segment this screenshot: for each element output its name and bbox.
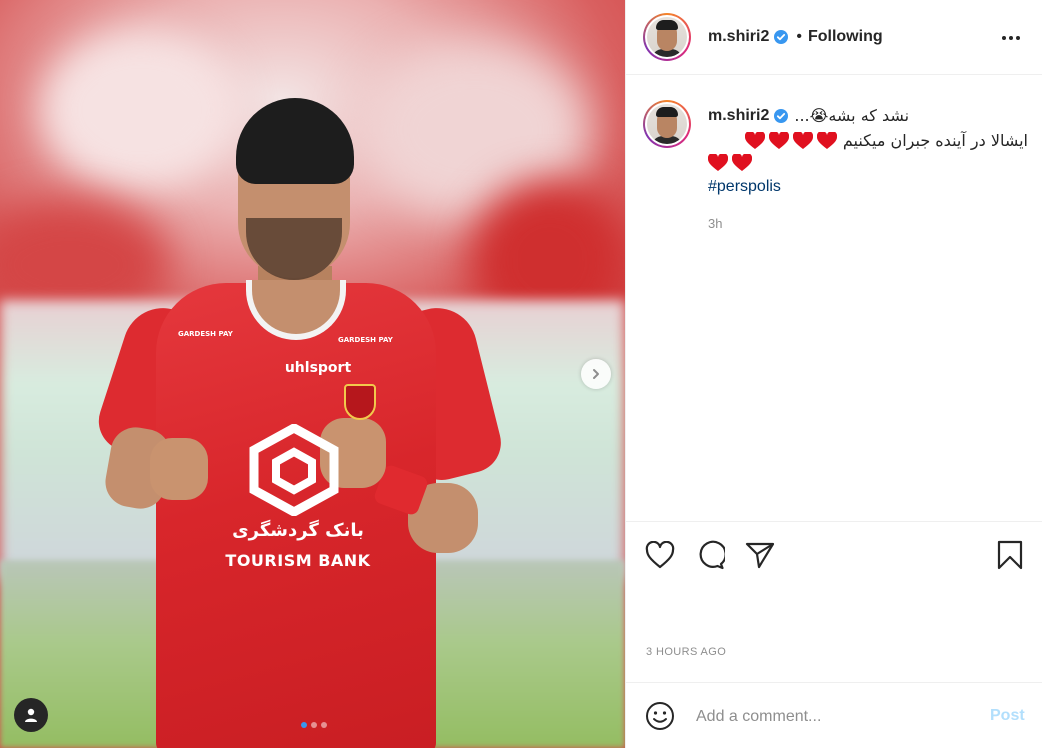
heart-emojis	[708, 154, 1028, 172]
caption-text-line2: ایشالا در آینده جبران میکنیم	[842, 131, 1028, 150]
comment-button[interactable]	[695, 540, 725, 570]
carousel-indicator	[294, 722, 334, 730]
bank-logo-icon	[249, 424, 339, 516]
carousel-next-button[interactable]	[581, 359, 611, 389]
like-button[interactable]	[645, 540, 675, 570]
user-tag-icon	[25, 708, 37, 722]
sponsor-left: GARDESH PAY	[178, 330, 233, 338]
post-timestamp[interactable]: 3 HOURS AGO	[646, 646, 726, 658]
caption-text-line1: نشد که بشه😭...	[794, 106, 910, 125]
avatar[interactable]	[643, 13, 691, 61]
comment-bar: Post	[626, 682, 1042, 748]
post-side-panel: m.shiri2 • Following m.shiri2 نشد که بشه…	[625, 0, 1042, 748]
following-button[interactable]: Following	[808, 28, 883, 46]
more-options-button[interactable]	[999, 28, 1023, 48]
carousel-dot	[301, 722, 307, 728]
jersey-brand: uhlsport	[284, 360, 352, 376]
heart-emoji-icon	[708, 154, 728, 171]
avatar[interactable]	[643, 100, 691, 148]
paper-plane-icon	[745, 542, 775, 569]
heart-emoji-icon	[792, 131, 813, 149]
heart-emoji-icon	[768, 131, 789, 149]
more-horizontal-icon	[1002, 36, 1020, 40]
chevron-right-icon	[593, 369, 599, 379]
verified-badge-icon	[774, 108, 789, 123]
emoji-button[interactable]	[645, 701, 675, 731]
jersey-sponsor-en: TOURISM BANK	[225, 551, 371, 570]
tagged-users-button[interactable]	[14, 698, 48, 732]
club-crest	[344, 384, 376, 420]
heart-emoji-icon	[732, 154, 752, 171]
heart-emoji-icon	[816, 131, 837, 149]
comment-input[interactable]	[696, 703, 966, 731]
post-photo[interactable]: GARDESH PAY GARDESH PAY uhlsport بانک گر…	[0, 0, 625, 748]
heart-emoji-icon	[744, 131, 765, 149]
post-header: m.shiri2 • Following	[626, 0, 1042, 75]
heart-emojis	[744, 131, 837, 150]
caption-username[interactable]: m.shiri2	[708, 107, 769, 125]
jersey-sponsor-fa: بانک گردشگری	[232, 520, 364, 541]
separator: •	[796, 28, 802, 45]
save-button[interactable]	[995, 540, 1025, 570]
username-link[interactable]: m.shiri2	[708, 28, 769, 46]
sponsor-right: GARDESH PAY	[338, 336, 393, 344]
post-comment-button[interactable]: Post	[990, 707, 1025, 725]
carousel-dot	[311, 722, 317, 728]
smiley-icon	[646, 702, 674, 730]
caption-time[interactable]: 3h	[708, 216, 1028, 231]
heart-outline-icon	[645, 541, 675, 569]
player-figure: GARDESH PAY GARDESH PAY uhlsport بانک گر…	[91, 98, 508, 748]
verified-badge-icon	[774, 30, 789, 44]
bookmark-icon	[997, 540, 1023, 570]
hashtag-link[interactable]: #perspolis	[708, 178, 1028, 196]
share-button[interactable]	[745, 540, 775, 570]
post-actions	[626, 521, 1042, 587]
comment-bubble-icon	[699, 540, 725, 570]
carousel-dot	[321, 722, 327, 728]
